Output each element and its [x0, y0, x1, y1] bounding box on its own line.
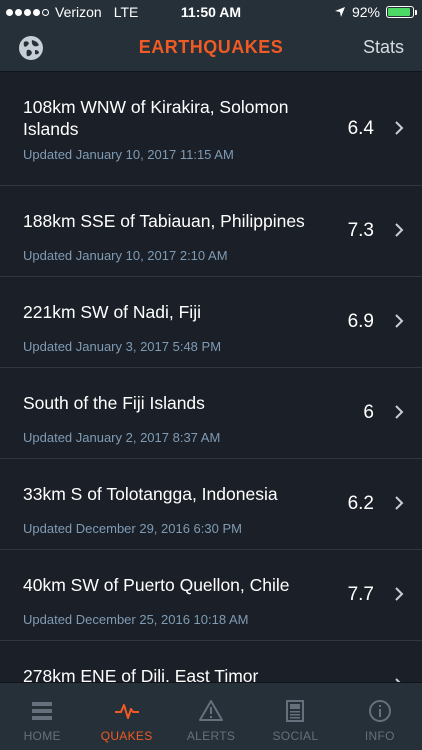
quake-updated: Updated December 25, 2016 10:18 AM	[23, 612, 249, 627]
quake-updated: Updated January 2, 2017 8:37 AM	[23, 430, 221, 445]
chevron-right-icon	[395, 121, 404, 135]
stats-button[interactable]: Stats	[363, 37, 404, 58]
newspaper-icon	[286, 700, 305, 722]
chevron-right-icon	[395, 587, 404, 601]
chevron-right-icon	[395, 405, 404, 419]
location-arrow-icon	[334, 7, 345, 17]
tab-label: SOCIAL	[272, 729, 319, 743]
quake-location: 188km SSE of Tabiauan, Philippines	[23, 211, 305, 231]
alert-icon	[199, 700, 224, 721]
battery-icon	[386, 6, 417, 18]
nav-bar: EARTHQUAKES Stats	[0, 24, 422, 72]
tab-label: ALERTS	[186, 729, 236, 743]
list-item[interactable]: 221km SW of Nadi, Fiji Updated January 3…	[0, 277, 422, 368]
quake-updated: Updated January 3, 2017 5:48 PM	[23, 339, 222, 354]
quake-magnitude: 6	[363, 402, 374, 423]
quake-updated: Updated January 10, 2017 11:15 AM	[23, 147, 234, 162]
quake-location: 108km WNW of Kirakira, Solomon Islands	[23, 97, 289, 139]
tab-quakes[interactable]: QUAKES	[84, 683, 168, 750]
quake-location: South of the Fiji Islands	[23, 393, 205, 413]
list-item[interactable]: 108km WNW of Kirakira, Solomon Islands U…	[0, 72, 422, 186]
page-title: EARTHQUAKES	[138, 37, 284, 57]
quake-updated: Updated January 10, 2017 2:10 AM	[23, 248, 228, 263]
list-item[interactable]: South of the Fiji Islands Updated Januar…	[0, 368, 422, 459]
quake-location: 33km S of Tolotangga, Indonesia	[23, 484, 278, 504]
quake-location: 278km ENE of Dili, East Timor	[23, 666, 259, 682]
tab-alerts[interactable]: ALERTS	[169, 683, 253, 750]
tab-home[interactable]: HOME	[0, 683, 84, 750]
seismograph-icon	[114, 704, 139, 719]
quake-location: 40km SW of Puerto Quellon, Chile	[23, 575, 290, 595]
quake-magnitude: 7.7	[347, 584, 374, 605]
tab-info[interactable]: INFO	[338, 683, 422, 750]
info-icon	[368, 700, 391, 722]
tab-social[interactable]: SOCIAL	[253, 683, 337, 750]
tab-label: INFO	[364, 729, 395, 743]
quake-updated: Updated December 29, 2016 6:30 PM	[23, 521, 242, 536]
home-icon	[32, 702, 53, 720]
quake-magnitude: 6.4	[347, 118, 374, 139]
chevron-right-icon	[395, 496, 404, 510]
status-right: 92%	[334, 4, 417, 20]
battery-fill	[388, 8, 411, 16]
tab-label: HOME	[23, 729, 61, 743]
quake-location: 221km SW of Nadi, Fiji	[23, 302, 201, 322]
quake-magnitude: 6.2	[347, 493, 374, 514]
quake-magnitude: 6.9	[347, 311, 374, 332]
list-item[interactable]: 278km ENE of Dili, East Timor	[0, 641, 422, 682]
list-item[interactable]: 40km SW of Puerto Quellon, Chile Updated…	[0, 550, 422, 641]
list-item[interactable]: 188km SSE of Tabiauan, Philippines Updat…	[0, 186, 422, 277]
battery-percent: 92%	[351, 4, 380, 20]
earthquake-list: 108km WNW of Kirakira, Solomon Islands U…	[0, 72, 422, 682]
tab-label: QUAKES	[100, 729, 153, 743]
status-bar: Verizon LTE 11:50 AM 92%	[0, 0, 422, 24]
tab-bar: HOME QUAKES ALERTS SOCIAL INFO	[0, 682, 422, 750]
chevron-right-icon	[395, 314, 404, 328]
list-item[interactable]: 33km S of Tolotangga, Indonesia Updated …	[0, 459, 422, 550]
quake-magnitude: 7.3	[347, 220, 374, 241]
chevron-right-icon	[395, 223, 404, 237]
